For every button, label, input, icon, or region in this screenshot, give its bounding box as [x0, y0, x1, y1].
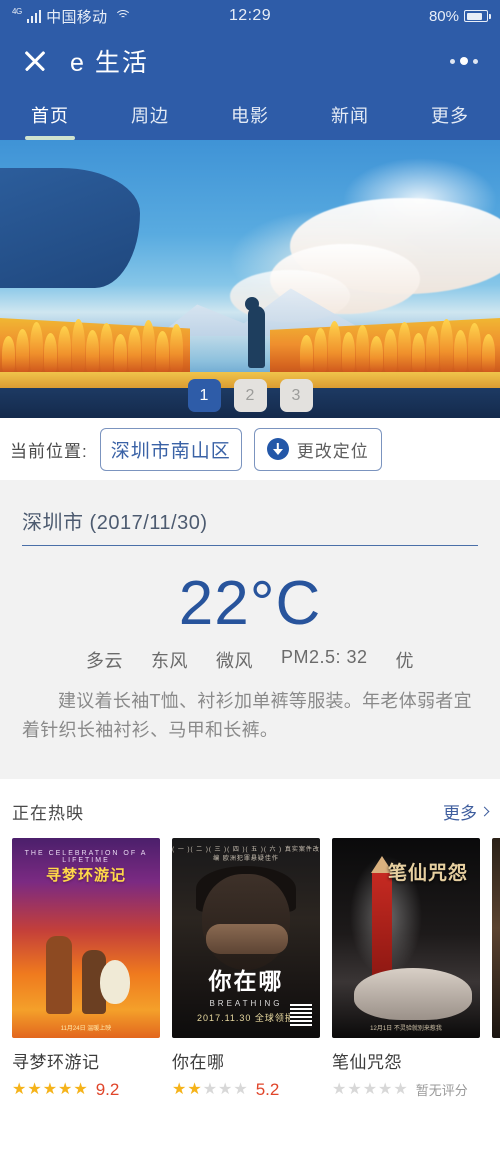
hill-shape	[0, 168, 140, 288]
tab-bar: 首页 周边 电影 新闻 更多	[0, 90, 500, 140]
close-icon[interactable]	[22, 48, 48, 74]
tab-nearby[interactable]: 周边	[100, 90, 200, 140]
movie-poster[interactable]: THE CELEBRATION OF A LIFETIME 寻梦环游记 11月2…	[12, 838, 160, 1039]
movie-list[interactable]: THE CELEBRATION OF A LIFETIME 寻梦环游记 11月2…	[0, 838, 500, 1110]
movie-card[interactable]: THE CELEBRATION OF A LIFETIME 寻梦环游记 11月2…	[12, 838, 160, 1100]
weather-temperature: 22°C	[178, 569, 322, 638]
tab-news[interactable]: 新闻	[300, 90, 400, 140]
star-rating-icon: ★ ★ ★ ★ ★	[332, 1080, 408, 1098]
status-bar-right: 80%	[428, 7, 491, 25]
carousel-indicators: 1 2 3	[0, 379, 500, 412]
poster-title: 寻梦环游记	[45, 867, 126, 885]
weather-meta-row: 多云 东风 微风 PM2.5: 32 优	[22, 647, 478, 673]
poster-tagline: ( 一 )( 二 )( 三 )( 四 )( 五 )( 六 ) 真实案件改编 欧洲…	[172, 847, 320, 863]
weather-wind-level: 微风	[215, 651, 253, 671]
banner-carousel[interactable]: 1 2 3	[0, 140, 500, 418]
person-silhouette	[245, 297, 265, 368]
weather-card: 深圳市 (2017/11/30) 22°C 多云 东风 微风 PM2.5: 32…	[0, 480, 500, 780]
movies-more-link[interactable]: 更多	[443, 799, 490, 824]
network-type-label: 4G	[12, 7, 22, 16]
movie-poster[interactable]	[492, 838, 500, 1039]
movie-card[interactable]: ( 一 )( 二 )( 三 )( 四 )( 五 )( 六 ) 真实案件改编 欧洲…	[172, 838, 320, 1100]
movie-rating: ★ ★ ★ ★ ★ 9.2	[12, 1080, 160, 1100]
change-location-label: 更改定位	[296, 441, 369, 461]
more-options-icon[interactable]	[450, 57, 478, 65]
carousel-indicator-2[interactable]: 2	[233, 379, 267, 412]
weather-city-date: 深圳市 (2017/11/30)	[22, 506, 478, 546]
movie-score: 9.2	[95, 1080, 120, 1100]
tab-label: 周边	[131, 106, 169, 126]
download-location-icon	[266, 438, 289, 460]
carousel-indicator-1[interactable]: 1	[187, 379, 221, 412]
movie-poster[interactable]: 笔仙咒怨 12月1日 不灵验就别来惹我	[332, 838, 480, 1039]
weather-pm25: PM2.5: 32	[280, 647, 368, 667]
status-bar: 4G 中国移动 12:29 80%	[0, 0, 500, 32]
star-rating-icon: ★ ★ ★ ★ ★	[12, 1081, 88, 1099]
app-header: e 生活	[0, 32, 500, 90]
poster-title: 笔仙咒怨	[387, 863, 468, 885]
page-title: e 生活	[70, 49, 149, 77]
weather-air-quality: 优	[395, 651, 415, 671]
location-value[interactable]: 深圳市南山区	[99, 427, 242, 471]
movie-card[interactable]	[492, 838, 500, 1100]
movies-section-title: 正在热映	[12, 804, 84, 824]
poster-title: 你在哪	[208, 968, 284, 995]
tab-more[interactable]: 更多	[400, 90, 500, 140]
movie-rating: ★ ★ ★ ★ ★ 暂无评分	[332, 1080, 480, 1099]
mobile-app-screen: 4G 中国移动 12:29 80% e 生活 首页 周边 电影 新闻 更多 1 …	[0, 0, 500, 1162]
tab-label: 新闻	[331, 106, 369, 126]
tab-label: 电影	[231, 106, 269, 126]
status-bar-left: 4G 中国移动	[12, 6, 132, 27]
poster-subtitle: THE CELEBRATION OF A LIFETIME	[24, 850, 148, 865]
signal-bars-icon	[26, 9, 42, 23]
battery-icon	[464, 10, 491, 22]
movies-section-header: 正在热映 更多	[0, 779, 500, 838]
poster-footer: 12月1日 不灵验就别来惹我	[370, 1026, 442, 1033]
qr-code-icon	[290, 1004, 312, 1027]
movie-score: 暂无评分	[415, 1083, 468, 1099]
battery-percent-label: 80%	[428, 7, 459, 25]
chevron-right-icon	[479, 806, 490, 817]
weather-condition: 多云	[85, 651, 123, 671]
movie-card[interactable]: 笔仙咒怨 12月1日 不灵验就别来惹我 笔仙咒怨 ★ ★ ★ ★ ★ 暂无评分	[332, 838, 480, 1100]
tab-movies[interactable]: 电影	[200, 90, 300, 140]
movie-title: 你在哪	[172, 1053, 225, 1073]
carousel-indicator-3[interactable]: 3	[279, 379, 313, 412]
wifi-icon	[114, 9, 132, 23]
location-label: 当前位置:	[10, 441, 88, 461]
movie-title: 寻梦环游记	[12, 1053, 100, 1073]
carrier-label: 中国移动	[46, 8, 108, 26]
movie-score: 5.2	[255, 1080, 280, 1100]
tab-label: 首页	[31, 106, 69, 126]
movie-poster[interactable]: ( 一 )( 二 )( 三 )( 四 )( 五 )( 六 ) 真实案件改编 欧洲…	[172, 838, 320, 1039]
poster-footer: 11月24日 温暖上映	[60, 1026, 112, 1033]
movie-rating: ★ ★ ★ ★ ★ 5.2	[172, 1080, 320, 1100]
tab-label: 更多	[431, 106, 469, 126]
star-rating-icon: ★ ★ ★ ★ ★	[172, 1081, 248, 1099]
movie-title: 笔仙咒怨	[332, 1053, 402, 1073]
tab-home[interactable]: 首页	[0, 90, 100, 140]
movies-more-label: 更多	[443, 804, 477, 824]
weather-advice: 建议着长袖T恤、衬衫加单裤等服装。年老体弱者宜着针织长袖衬衫、马甲和长裤。	[22, 691, 472, 741]
location-bar: 当前位置: 深圳市南山区 更改定位	[0, 418, 500, 480]
change-location-button[interactable]: 更改定位	[253, 427, 382, 471]
weather-wind-direction: 东风	[150, 651, 188, 671]
